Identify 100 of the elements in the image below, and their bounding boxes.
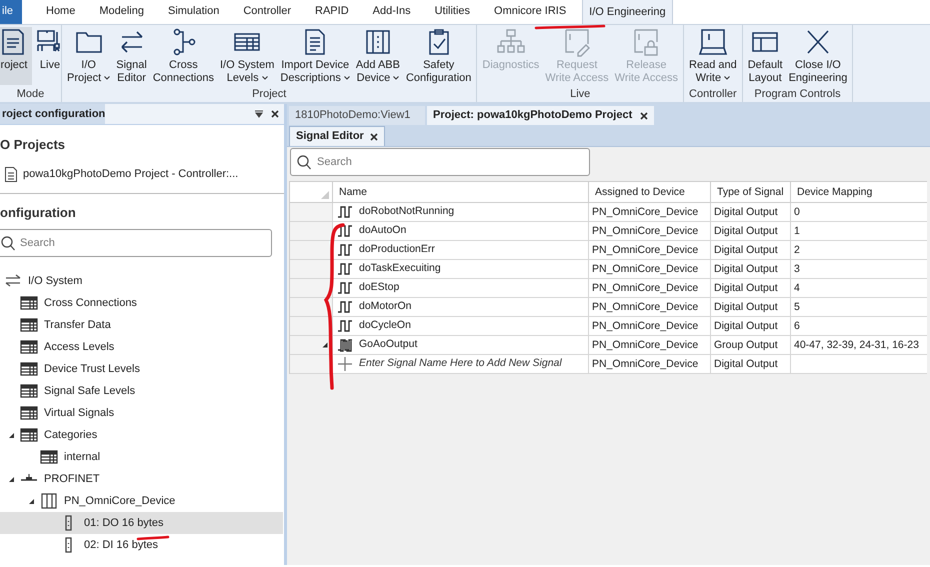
tree-item[interactable]: 02: DI 16 bytes [0,534,283,556]
tree-item[interactable]: Categories [0,424,283,446]
table-cell: 40-47, 32-39, 24-31, 16-23 [790,336,928,354]
table-row[interactable]: doAutoOn PN_OmniCore_Device Digital Output 1 [290,222,927,241]
ribbon-button[interactable]: Safety Configuration [402,27,474,85]
arrows-icon [4,273,22,289]
tree-item[interactable]: Signal Safe Levels [0,380,283,402]
expanded-icon[interactable] [8,476,15,482]
document-tab[interactable]: 1810PhotoDemo:View1 [289,106,425,125]
table-row[interactable]: doEStop PN_OmniCore_Device Digital Output 4 [290,279,927,298]
group-label: Controller [688,87,738,101]
table-icon [20,427,38,443]
signal-icon [337,318,353,334]
add-icon [337,356,353,372]
table-row[interactable]: doCycleOn PN_OmniCore_Device Digital Output 6 [290,317,927,336]
menu-tab[interactable]: Utilities [422,0,482,24]
search-field[interactable]: Search [290,148,590,176]
group-label: Live [569,87,592,101]
table-cell: 4 [790,279,928,297]
table-row[interactable]: doTaskExecuiting PN_OmniCore_Device Digital Output 3 [290,260,927,279]
ribbon-button[interactable]: Read and Write [686,27,740,85]
document-tab[interactable]: Project: powa10kgPhotoDemo Project [427,106,654,125]
table-row[interactable]: doProductionErr PN_OmniCore_Device Digital Output 2 [290,241,927,260]
table-icon [20,339,38,355]
menu-tab[interactable]: Modeling [87,0,156,24]
tree-item[interactable]: PN_OmniCore_Device [0,490,283,512]
table-cell: Digital Output [710,260,790,278]
ribbon-button[interactable]: roject [0,27,32,85]
ribbon-button[interactable]: Signal Editor [113,27,150,85]
section-heading: O Projects [0,136,66,154]
menu-tab[interactable]: Omnicore IRIS [482,0,578,24]
signal-icon [337,299,353,315]
ribbon-button[interactable]: Default Layout [744,27,786,85]
row-header[interactable] [290,279,332,297]
group-label: Project [251,87,288,101]
section-heading: onfiguration [0,204,76,222]
signal-icon [337,242,353,258]
table-row[interactable]: doRobotNotRunning PN_OmniCore_Device Digital Output 0 [290,203,927,222]
panel-tab[interactable]: roject configuration [0,104,105,124]
table-cell: PN_OmniCore_Device [588,241,710,259]
table-row[interactable]: doMotorOn PN_OmniCore_Device Digital Output 5 [290,298,927,317]
menu-tab[interactable]: ile [0,0,22,24]
table-cell: PN_OmniCore_Device [588,355,710,373]
search-field[interactable]: Search [0,229,272,257]
tree-item[interactable]: Device Trust Levels [0,358,283,380]
tree-item[interactable]: 01: DO 16 bytes [0,512,283,534]
tree-item[interactable]: Transfer Data [0,314,283,336]
tree-item[interactable]: I/O System [0,270,283,292]
table-cell: Group Output [710,336,790,354]
search-input[interactable]: Search [20,234,220,252]
table-icon [40,449,58,465]
annotation-underline [534,24,606,30]
menu-tab[interactable]: I/O Engineering [582,0,673,24]
menu-tab[interactable]: Add-Ins [360,0,423,24]
search-input[interactable]: Search [317,154,557,170]
row-header[interactable] [290,336,332,354]
row-header[interactable] [290,355,332,373]
table-cell-text: doEStop [359,280,400,296]
menu-tab[interactable]: Controller [231,0,304,24]
menu-tab[interactable]: RAPID [303,0,361,24]
table-icon [20,317,38,333]
row-header[interactable] [290,241,332,259]
column-header[interactable]: Device Mapping [790,182,928,202]
tree-item[interactable]: Virtual Signals [0,402,283,424]
menu-tab[interactable]: Simulation [156,0,232,24]
table-cell-text: GoAoOutput [359,337,418,352]
project-item[interactable]: powa10kgPhotoDemo Project - Controller:... [23,166,238,182]
new-signal-field[interactable]: Enter Signal Name Here to Add New Signal [359,356,588,372]
close-icon[interactable] [640,112,648,120]
table-cell: PN_OmniCore_Device [588,260,710,278]
expanded-icon[interactable] [8,432,15,438]
table-cell: Digital Output [710,298,790,316]
ribbon-button[interactable]: I/O System Levels [216,27,278,85]
table-row[interactable]: GoAoOutput PN_OmniCore_Device Group Output 40-47, 32-39, 24-31, 16-23 [290,336,927,355]
column-header[interactable]: Type of Signal [710,182,790,202]
table-row[interactable]: Enter Signal Name Here to Add New Signal PN_OmniCore_Device Digital Output [290,355,927,374]
table-cell: PN_OmniCore_Device [588,298,710,316]
row-header[interactable] [290,260,332,278]
tree-item[interactable]: PROFINET [0,468,283,490]
ribbon-button[interactable]: Add ABB Device [352,27,403,85]
document-icon [5,166,17,182]
column-header[interactable]: Name [332,182,588,202]
row-header[interactable] [290,317,332,335]
ribbon-button[interactable]: Cross Connections [150,27,217,85]
tree-item[interactable]: internal [0,446,283,468]
tree-item[interactable]: Access Levels [0,336,283,358]
ribbon-button[interactable]: Close I/O Engineering [786,27,850,85]
tree-item[interactable]: Cross Connections [0,292,283,314]
pin-icon[interactable] [255,110,263,118]
close-icon[interactable] [370,132,378,140]
menu-tab[interactable]: Home [34,0,88,24]
table-cell: Digital Output [710,203,790,221]
row-header[interactable] [290,298,332,316]
column-header[interactable]: Assigned to Device [588,182,710,202]
editor-tab[interactable]: Signal Editor [289,126,385,146]
signal-icon [337,223,353,239]
signal-icon [337,280,353,296]
close-icon[interactable] [271,110,279,118]
ribbon-button[interactable]: Import Device Descriptions [277,27,353,85]
expanded-icon[interactable] [28,498,35,504]
